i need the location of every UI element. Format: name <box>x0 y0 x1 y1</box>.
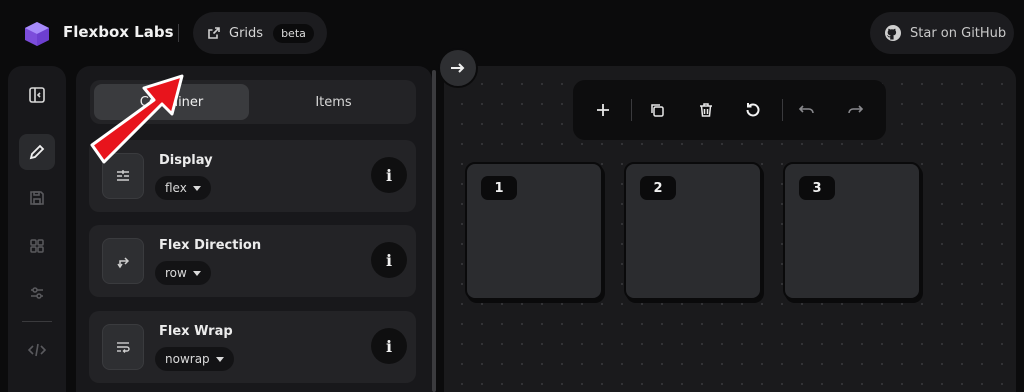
external-link-icon <box>208 27 220 39</box>
sidebar-toggle-button[interactable] <box>19 77 55 113</box>
flex-wrap-property-card: Flex Wrap nowrap i <box>89 311 416 383</box>
sliders-icon <box>31 287 43 299</box>
delete-button[interactable] <box>690 94 722 126</box>
grids-label: Grids <box>229 25 264 41</box>
save-icon <box>30 191 44 205</box>
chevron-down-icon <box>192 270 201 276</box>
flex-direction-icon <box>117 257 130 269</box>
beta-badge: beta <box>273 23 314 43</box>
reset-icon <box>746 103 760 117</box>
star-on-github-button[interactable]: Star on GitHub <box>870 12 1014 54</box>
redo-button[interactable] <box>839 94 871 126</box>
flex-wrap-icon <box>117 342 130 353</box>
flex-wrap-value: nowrap <box>165 352 210 366</box>
tab-items[interactable]: Items <box>256 84 411 120</box>
rail-divider <box>22 321 52 322</box>
chevron-down-icon <box>215 356 224 362</box>
display-info-button[interactable]: i <box>371 157 407 193</box>
save-button[interactable] <box>19 180 55 216</box>
flex-direction-value: row <box>165 266 187 280</box>
add-item-button[interactable] <box>587 94 619 126</box>
grid-layout-button[interactable] <box>19 228 55 264</box>
flex-direction-property-card: Flex Direction row i <box>89 225 416 297</box>
left-tool-rail <box>8 66 66 392</box>
canvas-toolbar <box>573 80 886 140</box>
edit-pencil-icon <box>29 144 45 160</box>
header-divider <box>178 24 179 42</box>
grids-link-button[interactable]: Grids beta <box>193 12 327 54</box>
settings-sliders-button[interactable] <box>19 275 55 311</box>
display-select[interactable]: flex <box>155 176 211 200</box>
reset-button[interactable] <box>737 94 769 126</box>
code-icon <box>27 343 47 357</box>
panel-scrollbar[interactable] <box>432 70 436 392</box>
flex-direction-label: Flex Direction <box>159 238 262 253</box>
github-icon <box>885 25 901 41</box>
flex-direction-select[interactable]: row <box>155 261 211 285</box>
sidebar-toggle-icon <box>29 87 45 103</box>
undo-icon <box>798 105 814 114</box>
edit-mode-button[interactable] <box>19 134 55 170</box>
flex-wrap-info-button[interactable]: i <box>371 328 407 364</box>
arrow-right-icon <box>451 63 465 73</box>
grid-layout-icon <box>30 239 44 253</box>
flex-item[interactable]: 3 <box>783 162 921 300</box>
flex-item-number: 2 <box>640 176 676 200</box>
flex-item[interactable]: 1 <box>465 162 603 300</box>
duplicate-button[interactable] <box>641 94 673 126</box>
info-icon: i <box>385 336 393 356</box>
flex-direction-info-button[interactable]: i <box>371 242 407 278</box>
add-icon <box>597 104 609 116</box>
display-icon <box>117 170 129 181</box>
github-label: Star on GitHub <box>910 25 1007 41</box>
toolbar-divider <box>782 99 783 121</box>
flex-item-number: 1 <box>481 176 517 200</box>
flex-item-number: 3 <box>799 176 835 200</box>
display-value: flex <box>165 181 187 195</box>
red-arrow-annotation-icon <box>90 74 184 164</box>
toolbar-divider <box>631 99 632 121</box>
brand-name[interactable]: Flexbox Labs <box>63 23 174 41</box>
app-header: Flexbox Labs Grids beta Star on GitHub <box>0 0 1024 66</box>
duplicate-icon <box>651 104 664 117</box>
flex-direction-icon-box <box>102 238 144 284</box>
info-icon: i <box>385 165 393 185</box>
collapse-panel-button[interactable] <box>438 48 478 88</box>
flex-wrap-select[interactable]: nowrap <box>155 347 234 371</box>
flex-wrap-label: Flex Wrap <box>159 324 233 339</box>
redo-icon <box>848 105 864 114</box>
undo-button[interactable] <box>791 94 823 126</box>
flexbox-labs-logo-icon[interactable] <box>24 21 50 47</box>
code-view-button[interactable] <box>19 332 55 368</box>
chevron-down-icon <box>192 185 201 191</box>
flex-item[interactable]: 2 <box>624 162 762 300</box>
flex-wrap-icon-box <box>102 324 144 370</box>
delete-icon <box>700 103 712 117</box>
info-icon: i <box>385 250 393 270</box>
